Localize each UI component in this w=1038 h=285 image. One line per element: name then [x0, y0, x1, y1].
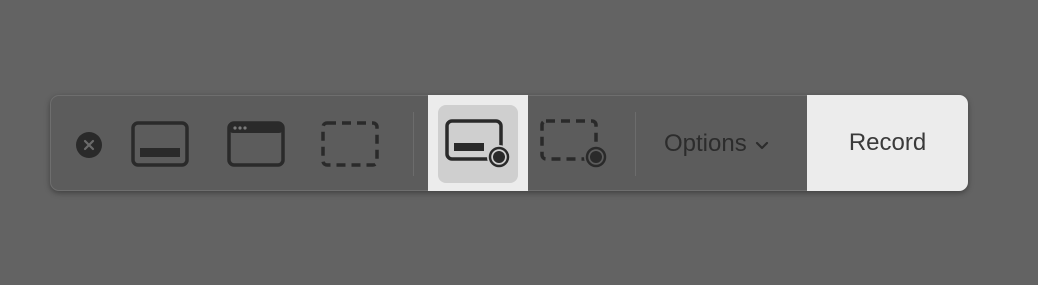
selection-capture-icon	[321, 121, 379, 167]
window-capture-icon	[227, 121, 285, 167]
divider	[635, 112, 636, 176]
screen-record-icon	[445, 119, 511, 169]
close-button[interactable]	[76, 132, 102, 158]
divider	[413, 112, 414, 176]
selection-record-icon	[540, 119, 608, 169]
chevron-down-icon	[755, 141, 768, 150]
options-label: Options	[664, 130, 747, 157]
record-entire-screen-button[interactable]	[438, 105, 518, 183]
record-selected-portion-button[interactable]	[537, 116, 609, 172]
screenshot-toolbar: Options Record	[50, 95, 968, 191]
capture-entire-screen-button[interactable]	[129, 120, 191, 168]
screen-capture-icon	[131, 121, 189, 167]
options-button[interactable]: Options	[664, 126, 769, 162]
capture-selected-portion-button[interactable]	[319, 120, 381, 168]
capture-selected-window-button[interactable]	[225, 120, 287, 168]
record-button[interactable]: Record	[807, 95, 968, 191]
close-icon	[83, 139, 95, 151]
record-label: Record	[848, 129, 927, 156]
